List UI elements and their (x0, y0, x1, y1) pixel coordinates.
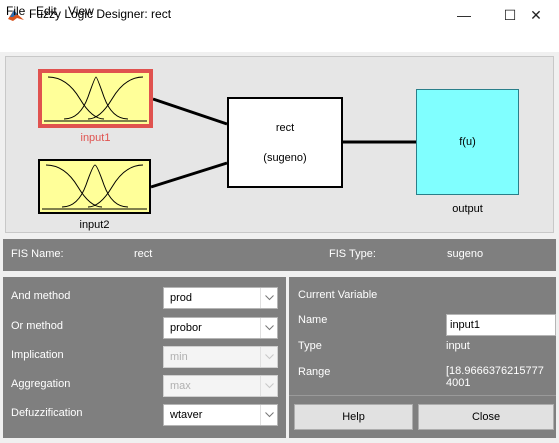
and-method-select[interactable]: prod (163, 287, 278, 309)
variable-type-value: input (446, 340, 470, 352)
input1-block[interactable] (38, 69, 153, 128)
menu-edit[interactable]: Edit (36, 4, 57, 18)
implication-label: Implication (11, 349, 64, 361)
chevron-down-icon (260, 318, 277, 338)
membership-functions-icon (42, 164, 147, 210)
variable-name-input[interactable] (446, 314, 556, 336)
fis-type-label: FIS Type: (329, 248, 376, 260)
chevron-down-icon (260, 405, 277, 425)
defuzzification-value: wtaver (170, 409, 203, 421)
rule-block[interactable] (227, 97, 343, 188)
menu-view[interactable]: View (68, 4, 94, 18)
or-method-label: Or method (11, 320, 63, 332)
aggregation-label: Aggregation (11, 378, 71, 390)
or-method-value: probor (170, 322, 202, 334)
membership-functions-icon (44, 76, 147, 122)
defuzzification-label: Defuzzification (11, 407, 83, 419)
or-method-select[interactable]: probor (163, 317, 278, 339)
rule-block-name: rect (275, 122, 295, 134)
implication-value: min (170, 351, 188, 363)
variable-type-label: Type (298, 340, 322, 352)
chevron-down-icon (260, 288, 277, 308)
variable-range-label: Range (298, 366, 331, 378)
output-label: output (452, 203, 483, 215)
window-close-button[interactable]: ✕ (513, 0, 559, 30)
rule-block-type: (sugeno) (263, 152, 307, 164)
menu-bar (0, 30, 559, 52)
fis-name-label: FIS Name: (11, 248, 64, 260)
aggregation-value: max (170, 380, 191, 392)
current-variable-title: Current Variable (298, 289, 378, 301)
aggregation-select: max (163, 375, 278, 397)
output-function-label: f(u) (459, 136, 476, 148)
implication-select: min (163, 346, 278, 368)
help-button[interactable]: Help (294, 404, 413, 430)
and-method-label: And method (11, 290, 71, 302)
and-method-value: prod (170, 292, 193, 304)
chevron-down-icon (260, 347, 277, 367)
chevron-down-icon (260, 376, 277, 396)
input2-label: input2 (79, 219, 110, 231)
variable-range-value: [18.9666376215777 4001 (446, 365, 544, 389)
fis-type-value: sugeno (447, 248, 484, 260)
menu-file[interactable]: File (6, 4, 25, 18)
close-button[interactable]: Close (418, 404, 554, 430)
variable-name-label: Name (298, 314, 328, 326)
fis-name-value: rect (134, 248, 153, 260)
minimize-button[interactable]: — (441, 0, 487, 30)
defuzzification-select[interactable]: wtaver (163, 404, 278, 426)
input2-block[interactable] (38, 159, 151, 214)
input1-label: input1 (80, 132, 111, 144)
panel-divider (289, 395, 556, 396)
